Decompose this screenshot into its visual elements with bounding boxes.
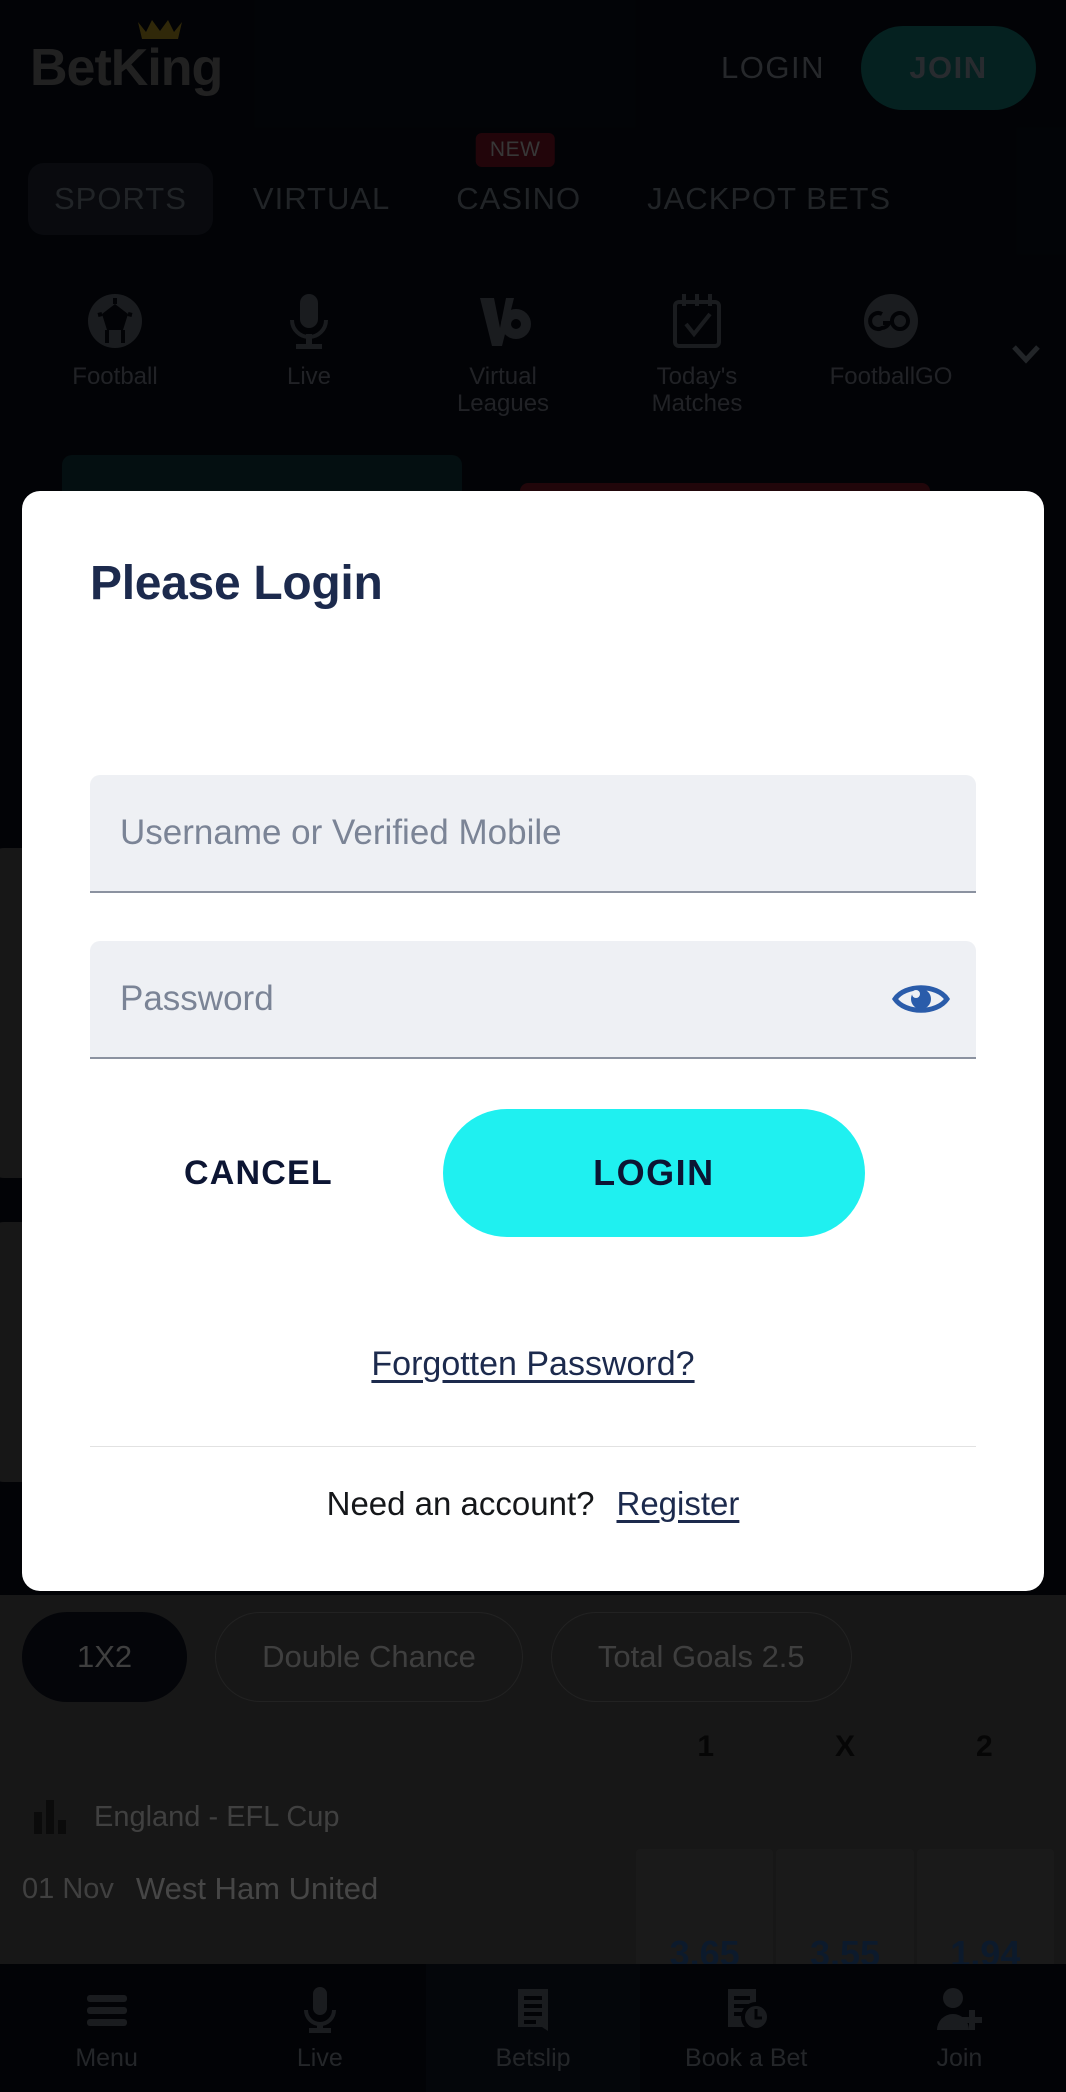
- modal-action-row: CANCEL LOGIN: [90, 1109, 976, 1237]
- register-row: Need an account? Register: [90, 1485, 976, 1523]
- username-input[interactable]: [90, 775, 976, 891]
- register-link[interactable]: Register: [616, 1485, 739, 1523]
- username-field-wrapper: [90, 775, 976, 893]
- need-account-label: Need an account?: [326, 1485, 595, 1522]
- forgot-password-row: Forgotten Password?: [90, 1345, 976, 1384]
- password-field-wrapper: [90, 941, 976, 1059]
- page-title: Please Login: [90, 557, 383, 610]
- password-input[interactable]: [90, 941, 976, 1057]
- app-root: BetKing LOGIN JOIN SPORTS VIRTUAL NEW CA…: [0, 0, 1066, 2092]
- login-modal: Please Login CANCEL LOGIN Forgotten Pass…: [22, 491, 1044, 1591]
- eye-icon[interactable]: [892, 975, 950, 1023]
- cancel-button[interactable]: CANCEL: [138, 1134, 379, 1213]
- modal-divider: [90, 1446, 976, 1447]
- login-button[interactable]: LOGIN: [442, 1109, 865, 1237]
- forgot-password-link[interactable]: Forgotten Password?: [371, 1345, 694, 1383]
